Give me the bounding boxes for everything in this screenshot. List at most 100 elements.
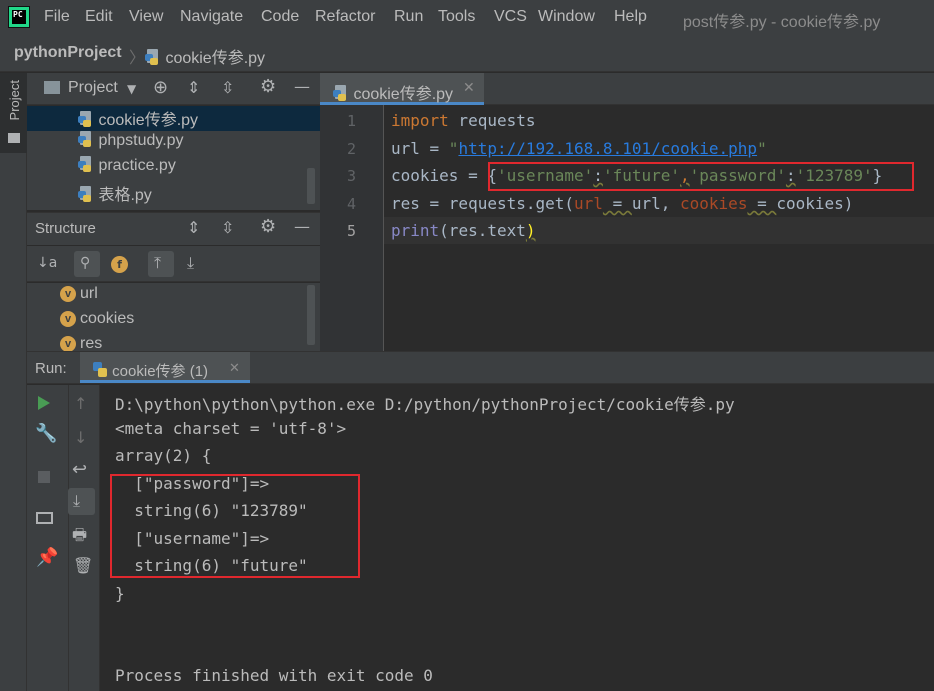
close-icon[interactable]: ✕ xyxy=(229,361,240,376)
code-line-5: print(res.text) xyxy=(391,221,536,240)
structure-scrollbar[interactable] xyxy=(307,285,315,345)
menu-edit[interactable]: Edit xyxy=(85,8,113,26)
code-line-2: url = "http://192.168.8.101/cookie.php" xyxy=(391,139,767,158)
python-file-icon xyxy=(78,111,94,128)
tool-window-strip xyxy=(0,73,27,691)
console-line: <meta charset = 'utf-8'> xyxy=(115,419,347,438)
python-file-icon xyxy=(145,49,161,66)
editor-tab-label: cookie传参.py xyxy=(353,86,454,103)
soft-wrap-icon[interactable]: ↩ xyxy=(72,461,87,479)
structure-item-res[interactable]: v res xyxy=(60,335,102,351)
arrow-down-icon[interactable]: ↓ xyxy=(74,430,87,446)
menu-vcs[interactable]: VCS xyxy=(494,8,527,26)
structure-item-url[interactable]: v url xyxy=(60,285,98,303)
menu-view[interactable]: View xyxy=(129,8,163,26)
menu-file[interactable]: File xyxy=(44,8,70,26)
code-text: (res.text xyxy=(439,221,526,240)
arrow-down-icon[interactable]: ⤓ xyxy=(187,255,194,271)
gear-icon[interactable]: ⚙ xyxy=(260,218,276,236)
run-toolbar-divider xyxy=(68,385,69,691)
code-text: ) xyxy=(525,221,536,240)
locate-icon[interactable]: ⊕ xyxy=(153,79,168,97)
run-label: Run: xyxy=(35,360,67,377)
structure-item-cookies[interactable]: v cookies xyxy=(60,310,134,328)
expand-all-icon[interactable]: ⇕ xyxy=(187,220,200,236)
scroll-to-end-icon: ⤓ xyxy=(73,491,81,510)
line-number: 3 xyxy=(346,167,356,185)
collapse-all-icon[interactable]: ⇳ xyxy=(221,220,234,236)
minimize-icon[interactable]: — xyxy=(294,219,310,235)
code-text: = xyxy=(747,194,777,213)
folder-icon xyxy=(8,133,20,143)
minimize-icon[interactable]: — xyxy=(294,79,310,95)
tree-item-cookie[interactable]: cookie传参.py xyxy=(27,106,320,131)
sort-alpha-icon[interactable]: ↓a xyxy=(37,255,57,271)
layout-icon[interactable] xyxy=(36,512,53,524)
code-text: cookies) xyxy=(776,194,854,213)
code-text: url, xyxy=(631,194,681,213)
project-panel-title[interactable]: Project xyxy=(68,79,118,97)
function-badge-icon[interactable]: f xyxy=(111,256,128,273)
wrench-icon[interactable]: 🔧 xyxy=(35,425,57,443)
arrow-up-icon: ⤒ xyxy=(154,253,162,272)
console-line: D:\python\python\python.exe D:/python/py… xyxy=(115,395,735,414)
variable-icon: v xyxy=(60,311,76,327)
code-param: cookies xyxy=(680,194,748,213)
structure-item-label: cookies xyxy=(80,310,135,327)
breadcrumb-project[interactable]: pythonProject xyxy=(14,44,122,62)
console-line: array(2) { xyxy=(115,446,212,465)
tree-item-phpstudy[interactable]: phpstudy.py xyxy=(78,131,184,156)
line-number: 1 xyxy=(346,112,356,130)
gear-icon[interactable]: ⚙ xyxy=(260,78,276,96)
highlight-box-cookies xyxy=(488,162,914,191)
python-file-icon xyxy=(78,156,94,173)
tree-item-label: 表格.py xyxy=(98,187,152,204)
project-folder-icon xyxy=(44,81,60,94)
code-line-4: res = requests.get(url = url, cookies = … xyxy=(391,194,853,213)
structure-item-label: res xyxy=(80,335,103,351)
breadcrumb-separator-icon: 〉 xyxy=(129,50,146,67)
python-icon xyxy=(92,362,108,378)
expand-all-icon[interactable]: ⇕ xyxy=(187,80,200,96)
menu-tools[interactable]: Tools xyxy=(438,8,475,26)
run-tab-content: cookie传参 (1) xyxy=(92,360,208,381)
menu-code[interactable]: Code xyxy=(261,8,299,26)
window-title: post传参.py - cookie传参.py xyxy=(683,14,881,31)
menu-run[interactable]: Run xyxy=(394,8,423,26)
tree-item-table[interactable]: 表格.py xyxy=(78,181,152,206)
arrow-up-icon[interactable]: ↑ xyxy=(74,396,87,412)
breadcrumb-file-label: cookie传参.py xyxy=(165,50,266,67)
editor-tab-content: cookie传参.py xyxy=(333,80,453,104)
tree-item-label: phpstudy.py xyxy=(98,132,184,149)
code-param: url xyxy=(574,194,603,213)
python-file-icon xyxy=(78,131,94,148)
tree-item-practice[interactable]: practice.py xyxy=(78,156,176,181)
play-icon[interactable] xyxy=(38,396,50,410)
console-line: } xyxy=(115,584,125,603)
tree-item-label: cookie传参.py xyxy=(98,112,199,129)
variable-icon: v xyxy=(60,286,76,302)
menu-refactor[interactable]: Refactor xyxy=(315,8,375,26)
code-url-link[interactable]: http://192.168.8.101/cookie.php xyxy=(458,139,757,158)
chevron-down-icon[interactable]: ▼ xyxy=(127,81,136,97)
code-string: " xyxy=(757,139,767,158)
project-scrollbar[interactable] xyxy=(307,168,315,204)
pin-icon[interactable]: 📌 xyxy=(36,549,58,567)
trash-icon[interactable]: 🗑 xyxy=(73,558,93,574)
collapse-all-icon[interactable]: ⇳ xyxy=(221,80,234,96)
breadcrumb-file[interactable]: cookie传参.py xyxy=(145,44,265,68)
python-file-icon xyxy=(333,85,349,102)
stop-icon[interactable] xyxy=(38,471,50,483)
menu-window[interactable]: Window xyxy=(538,8,595,26)
code-line-1: import requests xyxy=(391,111,536,130)
menu-navigate[interactable]: Navigate xyxy=(180,8,243,26)
menu-help[interactable]: Help xyxy=(614,8,647,26)
line-number: 5 xyxy=(346,222,356,240)
highlight-box-output xyxy=(110,474,360,578)
print-icon[interactable]: 🖶 xyxy=(72,527,87,543)
console-line: Process finished with exit code 0 xyxy=(115,666,433,685)
pycharm-logo-icon: PC xyxy=(8,6,30,28)
structure-item-label: url xyxy=(80,285,98,302)
close-icon[interactable]: ✕ xyxy=(463,80,475,96)
project-side-tab-label: Project xyxy=(7,80,22,121)
